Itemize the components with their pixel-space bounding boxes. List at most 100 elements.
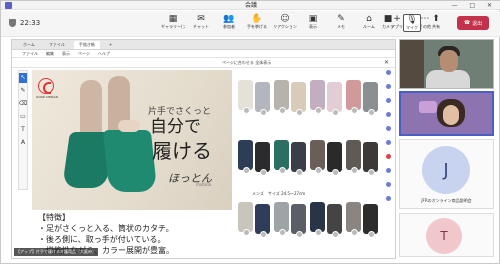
people-button[interactable]: 👥 参加者 [217,14,241,30]
color-swatch [363,82,378,116]
menu-item[interactable]: 表示 [62,50,70,57]
color-swatch [291,204,306,238]
tool-dot-icon[interactable] [385,112,391,117]
color-swatch [327,142,342,176]
tool-dot-icon[interactable] [385,168,391,173]
menu-item[interactable]: ファイル [22,50,38,57]
participant-tile[interactable]: J JFRのオンライン商品説明会 [399,139,494,209]
tool-dot-icon[interactable] [385,84,391,89]
toolbar-label: 手を挙げる [247,24,267,29]
share-button[interactable]: ⬆ 共有 [427,14,445,30]
tool-dot-icon[interactable] [385,140,391,145]
participant-video[interactable] [399,39,494,89]
toolbar-label: 表示 [309,24,317,29]
camera-button[interactable]: ■ カメラ [379,14,397,30]
phone-icon: ☎ [463,20,471,26]
swatch-dot [243,167,250,174]
drawing-tools: ↖ ✎ ⌫ ▭ T A [18,70,28,190]
color-swatch [346,202,361,236]
leave-button[interactable]: ☎ 退出 [457,16,489,30]
toolbar-label: ルーム [363,24,375,29]
tool-dot-icon[interactable] [385,98,391,103]
swatch-dot [332,231,339,238]
notes-button[interactable]: ✎ メモ [329,14,353,30]
tool-dot-icon[interactable] [385,182,391,187]
tool-dot-icon[interactable] [385,126,391,131]
menu-item[interactable]: ヘルプ [98,50,110,57]
tool-dot-icon[interactable] [385,196,391,201]
swatch-dot [243,107,250,114]
swatch-dot [279,229,286,236]
swatch-dot [296,109,303,116]
color-swatch [238,140,253,174]
timer-text: 22:33 [20,19,41,27]
meeting-window: 会議 — □ ✕ 22:33 ▦ギャラリー(プラス)✉チャット👥参加者✋手を挙げ… [0,0,500,264]
chat-button[interactable]: ✉ チャット [189,14,213,30]
product-photo: GOOD DESIGN 片手でさくっと 自分で 履ける ほっとん matilda [32,70,232,210]
tool-dot-icon[interactable] [385,154,391,159]
color-swatch [346,140,361,174]
react-icon: ☺ [280,14,290,24]
notes-icon: ✎ [337,14,345,24]
browser-tab[interactable]: ファイル [44,41,70,49]
eraser-tool-icon[interactable]: ⌫ [19,99,27,109]
color-swatch [274,202,289,236]
browser-tab[interactable]: ホーム [18,41,40,49]
swatch-dot [279,167,286,174]
swatch-dot [368,169,375,176]
meeting-toolbar: 22:33 ▦ギャラリー(プラス)✉チャット👥参加者✋手を挙げる☺リアクション▣… [1,11,500,37]
browser-tab-active[interactable]: 手描き帳 [73,40,100,49]
rooms-button[interactable]: ⌂ ルーム [357,14,381,30]
color-swatch [327,204,342,238]
text-tool-icon[interactable]: T [21,125,25,135]
new-tab-button[interactable]: + [104,41,117,49]
participant-tile[interactable]: T [399,213,494,257]
catch-copy-1: 片手でさくっと [148,107,212,117]
color-swatch [291,142,306,176]
swatch-dot [260,169,267,176]
toolbar-label: メモ [337,24,345,29]
people-icon: 👥 [223,14,235,24]
swatch-dot [368,231,375,238]
gallery-button[interactable]: ▦ギャラリー(プラス) [161,14,185,30]
person-face [443,105,459,125]
pen-tool-icon[interactable]: ✎ [20,86,25,96]
share-icon: ⬆ [432,14,440,24]
menu-item[interactable]: ページ [78,50,90,57]
participant-video-active-speaker[interactable] [399,91,494,136]
swatch-dot [296,169,303,176]
color-swatch [255,142,270,176]
window-controls[interactable]: — □ ✕ [451,1,497,10]
color-swatch-grid: メンズ サイズ 24.5〜27cm [238,78,380,258]
product-page: GOOD DESIGN 片手でさくっと 自分で 履ける ほっとん matilda… [32,70,382,258]
shape-tool-icon[interactable]: ▭ [20,112,26,122]
font-tool-icon[interactable]: A [21,138,25,148]
color-swatch [255,204,270,238]
color-swatch [274,140,289,174]
swatch-dot [332,109,339,116]
color-swatch [363,142,378,176]
pointer-tool-icon[interactable]: ↖ [19,73,27,83]
zoom-controls[interactable]: ページに合わせる 全体表示 [222,58,271,68]
raise-hand-button[interactable]: ✋ 手を挙げる [245,14,269,30]
swatch-dot [315,229,322,236]
hand-shape [118,120,140,132]
swatch-dot [260,109,267,116]
color-swatch [310,140,325,174]
react-button[interactable]: ☺ リアクション [273,14,297,30]
close-icon[interactable]: ✕ [384,58,389,68]
menu-item[interactable]: 編集 [46,50,54,57]
view-button[interactable]: ▣ 表示 [301,14,325,30]
swatch-dot [351,107,358,114]
size-label: メンズ サイズ 24.5〜27cm [252,191,306,196]
shared-screen: ホーム ファイル 手描き帳 + ファイル 編集 表示 ページ ヘルプ ページに合… [11,39,396,259]
person-face [440,50,458,72]
color-swatch [238,202,253,236]
green-sock [102,130,158,192]
good-design-logo [38,78,54,94]
tool-dot-icon[interactable] [385,70,391,75]
swatch-dot [296,231,303,238]
person-body [426,70,470,88]
color-swatch [327,82,342,116]
mic-button[interactable]: 🎙 マイク [403,14,421,32]
